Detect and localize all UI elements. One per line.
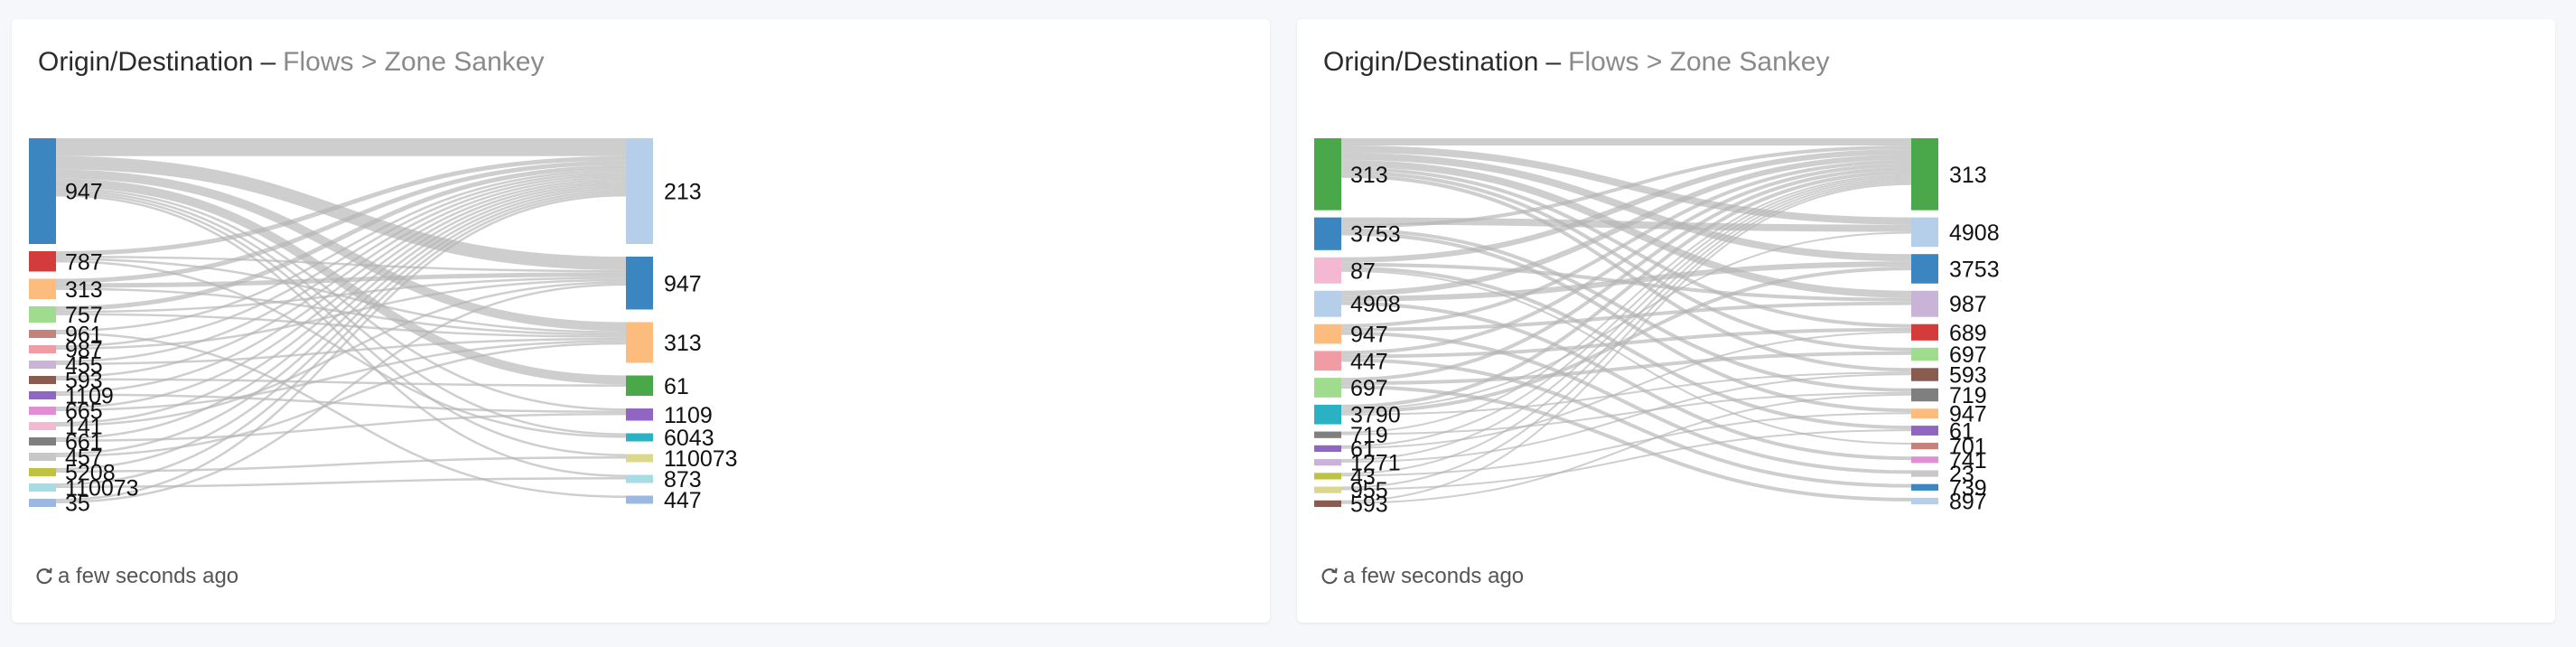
source-node[interactable]	[29, 391, 56, 399]
target-node[interactable]	[626, 322, 653, 363]
target-node-label: 4908	[1949, 220, 2000, 246]
refresh-icon[interactable]	[34, 567, 54, 586]
target-node[interactable]	[1911, 483, 1938, 491]
source-node[interactable]	[1314, 217, 1341, 250]
source-node[interactable]	[1314, 257, 1341, 284]
source-node[interactable]	[1314, 473, 1341, 480]
source-node[interactable]	[1314, 138, 1341, 211]
target-node-label: 313	[1949, 163, 1987, 188]
source-node[interactable]	[29, 330, 56, 338]
target-node-label: 61	[664, 374, 689, 399]
source-node[interactable]	[1314, 404, 1341, 425]
source-node[interactable]	[29, 422, 56, 430]
target-node[interactable]	[1911, 138, 1938, 211]
panel-footer: a few seconds ago	[34, 564, 238, 589]
sankey-panel-left: Origin/Destination – Flows > Zone Sankey 9…	[12, 19, 1270, 623]
source-node[interactable]	[29, 468, 56, 476]
target-node[interactable]	[1911, 408, 1938, 419]
source-node[interactable]	[29, 376, 56, 384]
target-node[interactable]	[626, 433, 653, 442]
source-node[interactable]	[29, 251, 56, 272]
target-node-label: 447	[664, 488, 702, 513]
source-node[interactable]	[29, 138, 56, 244]
target-node[interactable]	[626, 454, 653, 463]
source-node[interactable]	[1314, 378, 1341, 398]
source-node[interactable]	[1314, 486, 1341, 493]
source-node[interactable]	[1314, 290, 1341, 317]
target-node[interactable]	[1911, 324, 1938, 341]
source-node[interactable]	[29, 483, 56, 492]
panel-footer: a few seconds ago	[1320, 564, 1524, 589]
target-node[interactable]	[626, 257, 653, 310]
target-node[interactable]	[1911, 217, 1938, 248]
target-node[interactable]	[1911, 368, 1938, 381]
target-node[interactable]	[1911, 254, 1938, 284]
source-node-label: 4908	[1350, 292, 1401, 317]
sankey-link[interactable]	[1340, 261, 1912, 302]
source-node-label: 313	[1350, 163, 1388, 188]
target-node[interactable]	[1911, 388, 1938, 402]
source-node[interactable]	[1314, 445, 1341, 453]
last-updated-text: a few seconds ago	[1343, 564, 1525, 588]
source-node[interactable]	[29, 278, 56, 300]
target-node[interactable]	[626, 408, 653, 421]
sankey-link[interactable]	[55, 412, 627, 442]
last-updated-text: a few seconds ago	[58, 564, 239, 588]
source-node-label: 593	[1350, 492, 1388, 517]
source-node[interactable]	[29, 499, 56, 507]
target-node-label: 897	[1949, 490, 1987, 515]
source-node-label: 697	[1350, 376, 1388, 401]
target-node[interactable]	[1911, 290, 1938, 317]
target-node[interactable]	[1911, 470, 1938, 477]
target-node[interactable]	[1911, 497, 1938, 505]
target-node[interactable]	[626, 138, 653, 244]
target-node[interactable]	[1911, 347, 1938, 361]
sankey-link[interactable]	[55, 476, 627, 488]
target-node-label: 947	[664, 271, 702, 296]
target-node[interactable]	[1911, 456, 1938, 464]
refresh-icon[interactable]	[1320, 567, 1339, 586]
source-node[interactable]	[1314, 431, 1341, 438]
source-node[interactable]	[29, 407, 56, 415]
sankey-chart: 9477873137579619874555931109665141661457…	[29, 137, 738, 517]
source-node[interactable]	[29, 345, 56, 353]
target-node-label: 987	[1949, 292, 1987, 317]
source-node-label: 787	[65, 249, 103, 275]
source-node[interactable]	[29, 453, 56, 461]
target-node[interactable]	[626, 495, 653, 504]
target-node-label: 1109	[664, 403, 713, 428]
source-node-label: 3753	[1350, 222, 1401, 248]
source-node[interactable]	[1314, 500, 1341, 507]
target-node-label: 313	[664, 331, 702, 356]
sankey-link[interactable]	[55, 393, 627, 413]
sankey-chart: 3133753874908947447697379071961127143955…	[1314, 138, 2000, 517]
target-node-label: 3753	[1949, 257, 2000, 282]
target-node[interactable]	[1911, 426, 1938, 436]
target-node-label: 213	[664, 180, 702, 205]
source-node[interactable]	[29, 437, 56, 445]
source-node-label: 447	[1350, 349, 1388, 374]
source-node-label: 947	[65, 180, 103, 205]
source-node-label: 947	[1350, 323, 1388, 348]
source-node-label: 313	[65, 277, 103, 303]
source-node[interactable]	[29, 306, 56, 323]
target-node[interactable]	[626, 474, 653, 483]
source-node-label: 35	[65, 492, 90, 517]
sankey-panel-right: Origin/Destination – Flows > Zone Sankey 3…	[1297, 19, 2555, 623]
target-node[interactable]	[1911, 442, 1938, 450]
source-node[interactable]	[29, 361, 56, 369]
sankey-links	[1340, 138, 1912, 504]
source-node[interactable]	[1314, 459, 1341, 466]
source-node-label: 87	[1350, 258, 1376, 284]
source-node[interactable]	[1314, 351, 1341, 371]
target-node[interactable]	[626, 375, 653, 397]
sankey-links	[55, 137, 627, 503]
source-node[interactable]	[1314, 324, 1341, 344]
